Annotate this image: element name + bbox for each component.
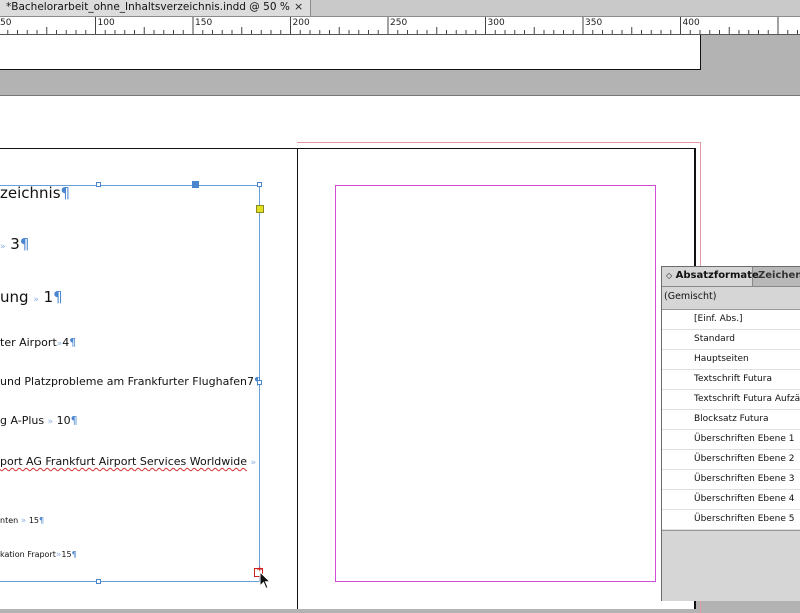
pilcrow-mark: ¶ — [39, 516, 45, 525]
paragraph-styles-panel: ◇ Absatzformate Zeichenf (Gemischt) [Ein… — [661, 266, 800, 601]
toc-entry-number: 10 — [56, 414, 71, 427]
tab-marker: » — [0, 242, 6, 252]
ruler-ticks: 50 100 150 200 250 300 350 400 — [0, 17, 798, 34]
spread-separator — [0, 95, 800, 96]
tab-paragraph-styles[interactable]: ◇ Absatzformate — [662, 267, 759, 286]
document-tab-title: *Bachelorarbeit_ohne_Inhaltsverzeichnis.… — [6, 1, 290, 13]
cursor-arrow-icon — [259, 571, 272, 590]
toc-entry[interactable]: port AG Frankfurt Airport Services World… — [0, 455, 256, 468]
tab-label: Absatzformate — [675, 270, 759, 281]
tab-marker: » — [20, 516, 27, 526]
ruler-label: 100 — [98, 18, 115, 28]
ruler-label: 350 — [585, 18, 602, 28]
panel-tab-bar: ◇ Absatzformate Zeichenf — [662, 267, 800, 287]
close-icon[interactable]: × — [294, 0, 303, 13]
pilcrow-mark: ¶ — [19, 235, 30, 253]
pilcrow-mark: ¶ — [53, 288, 63, 306]
frame-handle-top[interactable] — [96, 182, 101, 187]
toc-entry[interactable]: und Platzprobleme am Frankfurter Flughaf… — [0, 375, 261, 388]
pilcrow-mark: ¶ — [71, 550, 77, 559]
toc-heading[interactable]: zeichnis¶ — [0, 184, 70, 202]
toc-entry[interactable]: kation Fraport»15¶ — [0, 550, 77, 560]
tab-label: Zeichenf — [758, 270, 800, 281]
frame-handle-top-right[interactable] — [257, 182, 262, 187]
tab-marker: » — [250, 458, 257, 468]
toc-entry-number: 3 — [10, 235, 20, 253]
pilcrow-mark: ¶ — [70, 414, 78, 427]
toc-entry[interactable]: ter Airport»4¶ — [0, 336, 76, 349]
toc-entry[interactable]: ung » 1¶ — [0, 288, 63, 306]
list-item[interactable]: Überschriften Ebene 1 — [662, 430, 800, 450]
ruler-label: 150 — [195, 18, 212, 28]
toc-entry-number: 1 — [43, 288, 54, 306]
ruler-label: 300 — [488, 18, 505, 28]
toc-entry-text: ter Airport — [0, 336, 57, 349]
document-tab[interactable]: *Bachelorarbeit_ohne_Inhaltsverzeichnis.… — [0, 0, 311, 16]
frame-handle-right[interactable] — [257, 380, 262, 385]
list-item[interactable]: Überschriften Ebene 4 — [662, 490, 800, 510]
style-list[interactable]: [Einf. Abs.] Standard Hauptseiten Textsc… — [662, 309, 800, 531]
frame-handle-bottom[interactable] — [96, 579, 101, 584]
ruler-label: 200 — [293, 18, 310, 28]
toc-entry-text: port AG Frankfurt Airport Services World… — [0, 455, 248, 468]
toc-entry[interactable]: nten » 15¶ — [0, 516, 44, 526]
list-item[interactable]: Textschrift Futura Aufzähl — [662, 390, 800, 410]
toc-entry-text: und Platzprobleme am Frankfurter Flughaf… — [0, 375, 247, 388]
tab-marker: » — [47, 417, 54, 427]
margin-guide — [335, 185, 656, 582]
list-item[interactable]: Blocksatz Futura — [662, 410, 800, 430]
toc-entry[interactable]: g A-Plus » 10¶ — [0, 414, 78, 427]
toc-entry-text: nten — [0, 516, 19, 525]
toc-entry-text: g A-Plus — [0, 414, 45, 427]
list-item[interactable]: Überschriften Ebene 2 — [662, 450, 800, 470]
live-corner-handle[interactable] — [256, 205, 264, 213]
list-item[interactable]: Überschriften Ebene 3 — [662, 470, 800, 490]
toc-entry-text: kation Fraport — [0, 550, 56, 559]
list-item[interactable]: Überschriften Ebene 5 — [662, 510, 800, 530]
toc-heading-text: zeichnis — [0, 184, 61, 202]
current-style-label: (Gemischt) — [664, 291, 717, 302]
toc-entry[interactable]: » 3¶ — [0, 235, 29, 253]
toc-entry-number: 15 — [61, 550, 72, 559]
tab-marker: » — [33, 295, 39, 305]
pilcrow-mark: ¶ — [60, 184, 71, 202]
toc-entry-number: 7 — [246, 375, 254, 388]
previous-page[interactable] — [0, 35, 701, 70]
ruler-label: 250 — [390, 18, 407, 28]
list-item[interactable]: [Einf. Abs.] — [662, 310, 800, 330]
tab-character-styles[interactable]: Zeichenf — [753, 267, 800, 286]
collapse-arrows-icon: ◇ — [666, 271, 673, 280]
pilcrow-mark: ¶ — [69, 336, 77, 349]
ruler-label: 400 — [683, 18, 700, 28]
list-item[interactable]: Hauptseiten — [662, 350, 800, 370]
horizontal-ruler[interactable]: 50 100 150 200 250 300 350 400 — [0, 17, 800, 35]
frame-in-port[interactable] — [192, 181, 199, 188]
list-item[interactable]: Standard — [662, 330, 800, 350]
toc-entry-text: ung — [0, 288, 29, 306]
toc-entry-number: 15 — [28, 516, 39, 525]
ruler-label: 50 — [0, 18, 12, 28]
list-item[interactable]: Textschrift Futura — [662, 370, 800, 390]
